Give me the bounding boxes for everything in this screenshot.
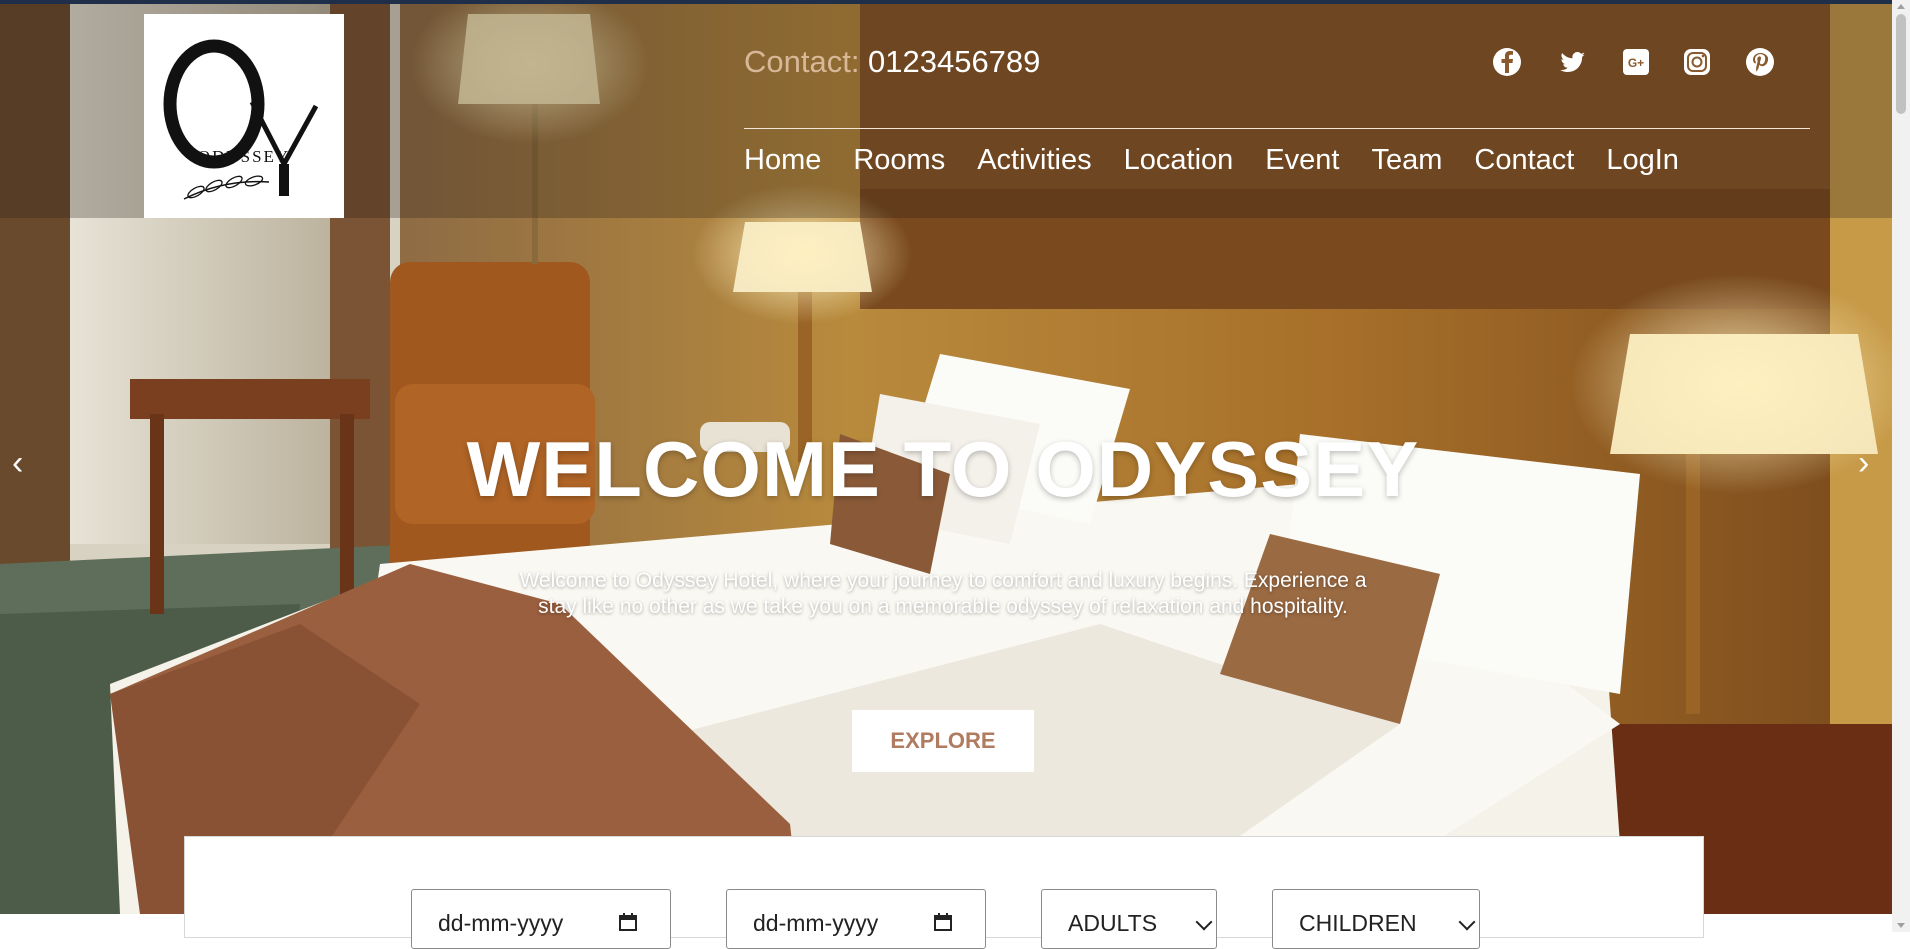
scroll-up-arrow-icon[interactable] <box>1897 4 1905 9</box>
svg-text:ODYSSEY: ODYSSEY <box>198 147 290 166</box>
chevron-down-icon <box>1195 913 1213 931</box>
hero-title: WELCOME TO ODYSSEY <box>466 425 1420 513</box>
checkin-date-input[interactable]: dd-mm-yyyy <box>411 889 671 949</box>
pinterest-icon[interactable] <box>1744 46 1776 78</box>
nav-activities[interactable]: Activities <box>977 144 1091 177</box>
nav-login[interactable]: LogIn <box>1606 144 1679 177</box>
adults-select[interactable]: ADULTS <box>1041 889 1217 949</box>
nav-rooms[interactable]: Rooms <box>853 144 945 177</box>
nav-divider <box>744 128 1810 129</box>
explore-button[interactable]: EXPLORE <box>852 710 1034 772</box>
hero-description: Welcome to Odyssey Hotel, where your jou… <box>519 569 1367 618</box>
nav-location[interactable]: Location <box>1124 144 1234 177</box>
page-scrollbar[interactable] <box>1892 0 1910 932</box>
checkout-date-placeholder: dd-mm-yyyy <box>753 910 879 936</box>
adults-select-value: ADULTS <box>1068 910 1158 936</box>
children-select[interactable]: CHILDREN <box>1272 889 1480 949</box>
logo[interactable]: ODYSSEY <box>144 14 344 218</box>
odyssey-logo-mark: ODYSSEY <box>163 39 319 200</box>
instagram-icon[interactable] <box>1681 46 1713 78</box>
nav-team[interactable]: Team <box>1371 144 1442 177</box>
checkin-date-placeholder: dd-mm-yyyy <box>438 910 564 936</box>
contact-phone-number[interactable]: 0123456789 <box>868 44 1040 80</box>
checkout-date-input[interactable]: dd-mm-yyyy <box>726 889 986 949</box>
nav-home[interactable]: Home <box>744 144 821 177</box>
scrollbar-thumb[interactable] <box>1896 14 1906 114</box>
svg-text:G+: G+ <box>1628 56 1644 70</box>
scroll-down-arrow-icon[interactable] <box>1897 923 1905 928</box>
calendar-icon[interactable] <box>933 912 953 932</box>
chevron-down-icon <box>1458 913 1476 931</box>
calendar-icon[interactable] <box>618 912 638 932</box>
nav-contact[interactable]: Contact <box>1474 144 1574 177</box>
contact-label: Contact: <box>744 44 860 79</box>
booking-form: dd-mm-yyyy dd-mm-yyyy ADULTS CHILDREN <box>184 836 1704 949</box>
twitter-icon[interactable] <box>1556 46 1588 78</box>
main-nav: Home Rooms Activities Location Event Tea… <box>744 144 1679 177</box>
nav-event[interactable]: Event <box>1265 144 1339 177</box>
facebook-icon[interactable] <box>1491 46 1523 78</box>
google-plus-icon[interactable]: G+ <box>1620 46 1652 78</box>
children-select-value: CHILDREN <box>1299 910 1417 936</box>
